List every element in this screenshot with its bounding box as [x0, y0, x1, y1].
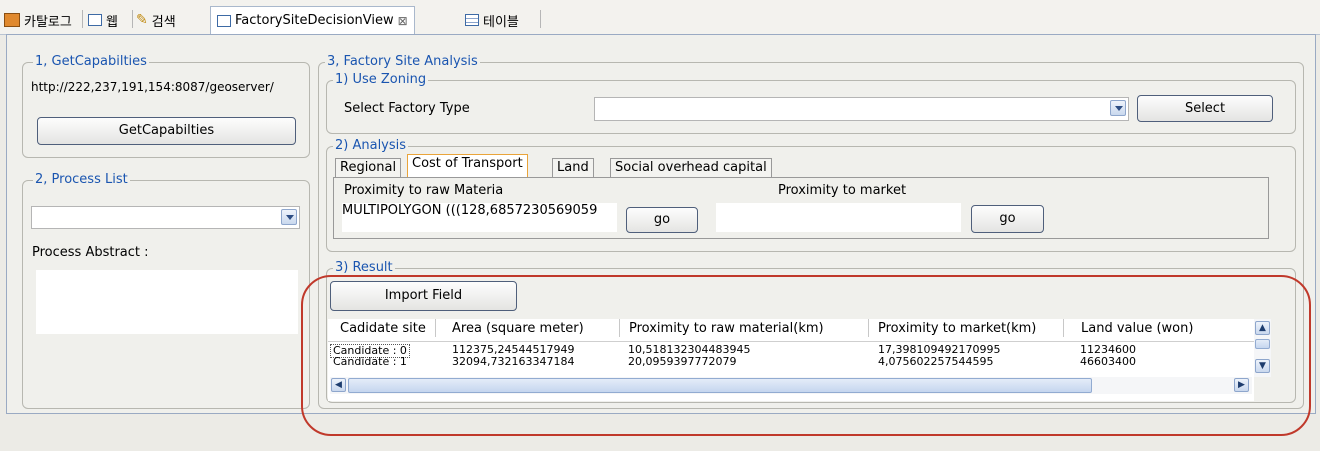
search-tool-icon: ✎ — [136, 12, 148, 28]
scroll-left-icon[interactable]: ◀ — [331, 378, 346, 392]
process-select[interactable] — [31, 206, 300, 229]
tab-regional[interactable]: Regional — [335, 158, 402, 178]
tab-cost-of-transport[interactable]: Cost of Transport — [407, 154, 528, 178]
vertical-scrollbar[interactable]: ▲ ▼ — [1254, 319, 1271, 377]
column-header[interactable]: Proximity to market(km) — [878, 321, 1036, 336]
scroll-down-icon[interactable]: ▼ — [1255, 359, 1270, 373]
tab-catalog[interactable]: 카탈로그 — [4, 8, 72, 32]
vertical-scroll-thumb[interactable] — [1255, 339, 1270, 349]
tab-land[interactable]: Land — [552, 158, 594, 178]
factory-type-label: Select Factory Type — [344, 101, 470, 116]
market-label: Proximity to market — [778, 183, 907, 198]
table-header: Cadidate site Area (square meter) Proxim… — [328, 319, 1254, 341]
tab-social-overhead-capital[interactable]: Social overhead capital — [610, 158, 772, 178]
table-cell: 46603400 — [1080, 355, 1136, 368]
tab-table[interactable]: 테이블 — [465, 8, 519, 32]
table-cell: 32094,732163347184 — [452, 355, 575, 368]
scroll-right-icon[interactable]: ▶ — [1234, 378, 1249, 392]
chevron-down-icon[interactable] — [1110, 100, 1126, 116]
table-cell: 4,075602257544595 — [878, 355, 994, 368]
tab-label: 테이블 — [483, 14, 519, 30]
table-cell: 20,0959397772079 — [628, 355, 737, 368]
group-legend: 2) Analysis — [333, 138, 409, 153]
raw-material-label: Proximity to raw Materia — [344, 183, 504, 198]
select-button[interactable]: Select — [1137, 95, 1273, 122]
tab-web[interactable]: 웹 — [88, 8, 118, 32]
group-legend: 1) Use Zoning — [333, 72, 429, 87]
tab-search[interactable]: ✎ 검색 — [136, 8, 176, 32]
group-legend: 1, GetCapabilties — [33, 54, 149, 69]
horizontal-scroll-thumb[interactable] — [348, 378, 1092, 393]
group-legend: 2, Process List — [33, 172, 130, 187]
chevron-down-icon[interactable] — [281, 209, 297, 225]
server-url-field[interactable]: http://222,237,191,154:8087/geoserver/ — [31, 80, 303, 94]
group-legend: 3, Factory Site Analysis — [325, 54, 480, 69]
raw-material-go-button[interactable]: go — [626, 207, 698, 233]
market-geometry-field[interactable] — [716, 203, 961, 232]
import-field-button[interactable]: Import Field — [330, 281, 517, 311]
close-icon[interactable]: ⊠ — [398, 14, 408, 28]
table-cell: Candidate : 1 — [333, 355, 407, 368]
getcapabilities-button[interactable]: GetCapabilties — [37, 117, 296, 145]
window-icon — [88, 14, 102, 26]
window-icon — [217, 14, 231, 27]
table-icon — [465, 14, 479, 26]
catalog-icon — [4, 13, 20, 27]
editor-tab-bar: 카탈로그 웹 ✎ 검색 FactorySiteDecisionView ⊠ 테이… — [0, 0, 1320, 35]
column-header[interactable]: Proximity to raw material(km) — [629, 321, 824, 336]
market-go-button[interactable]: go — [971, 205, 1044, 233]
factory-type-select[interactable] — [594, 97, 1129, 121]
tab-label: FactorySiteDecisionView — [235, 13, 394, 28]
column-header[interactable]: Cadidate site — [340, 321, 426, 336]
table-row[interactable]: Candidate : 1 32094,732163347184 20,0959… — [328, 356, 1254, 368]
raw-material-geometry-field[interactable]: MULTIPOLYGON (((128,6857230569059 — [342, 203, 617, 232]
tab-label: 웹 — [106, 14, 118, 30]
column-header[interactable]: Land value (won) — [1081, 321, 1193, 336]
horizontal-scrollbar[interactable]: ◀ ▶ — [330, 377, 1252, 394]
process-abstract-label: Process Abstract : — [32, 245, 149, 260]
scroll-up-icon[interactable]: ▲ — [1255, 321, 1270, 335]
process-abstract-text[interactable] — [36, 270, 298, 334]
tab-label: 검색 — [151, 14, 176, 30]
group-legend: 3) Result — [333, 260, 395, 275]
column-header[interactable]: Area (square meter) — [452, 321, 584, 336]
tab-factory-site-decision-view[interactable]: FactorySiteDecisionView ⊠ — [210, 6, 415, 34]
tab-label: 카탈로그 — [24, 14, 72, 30]
